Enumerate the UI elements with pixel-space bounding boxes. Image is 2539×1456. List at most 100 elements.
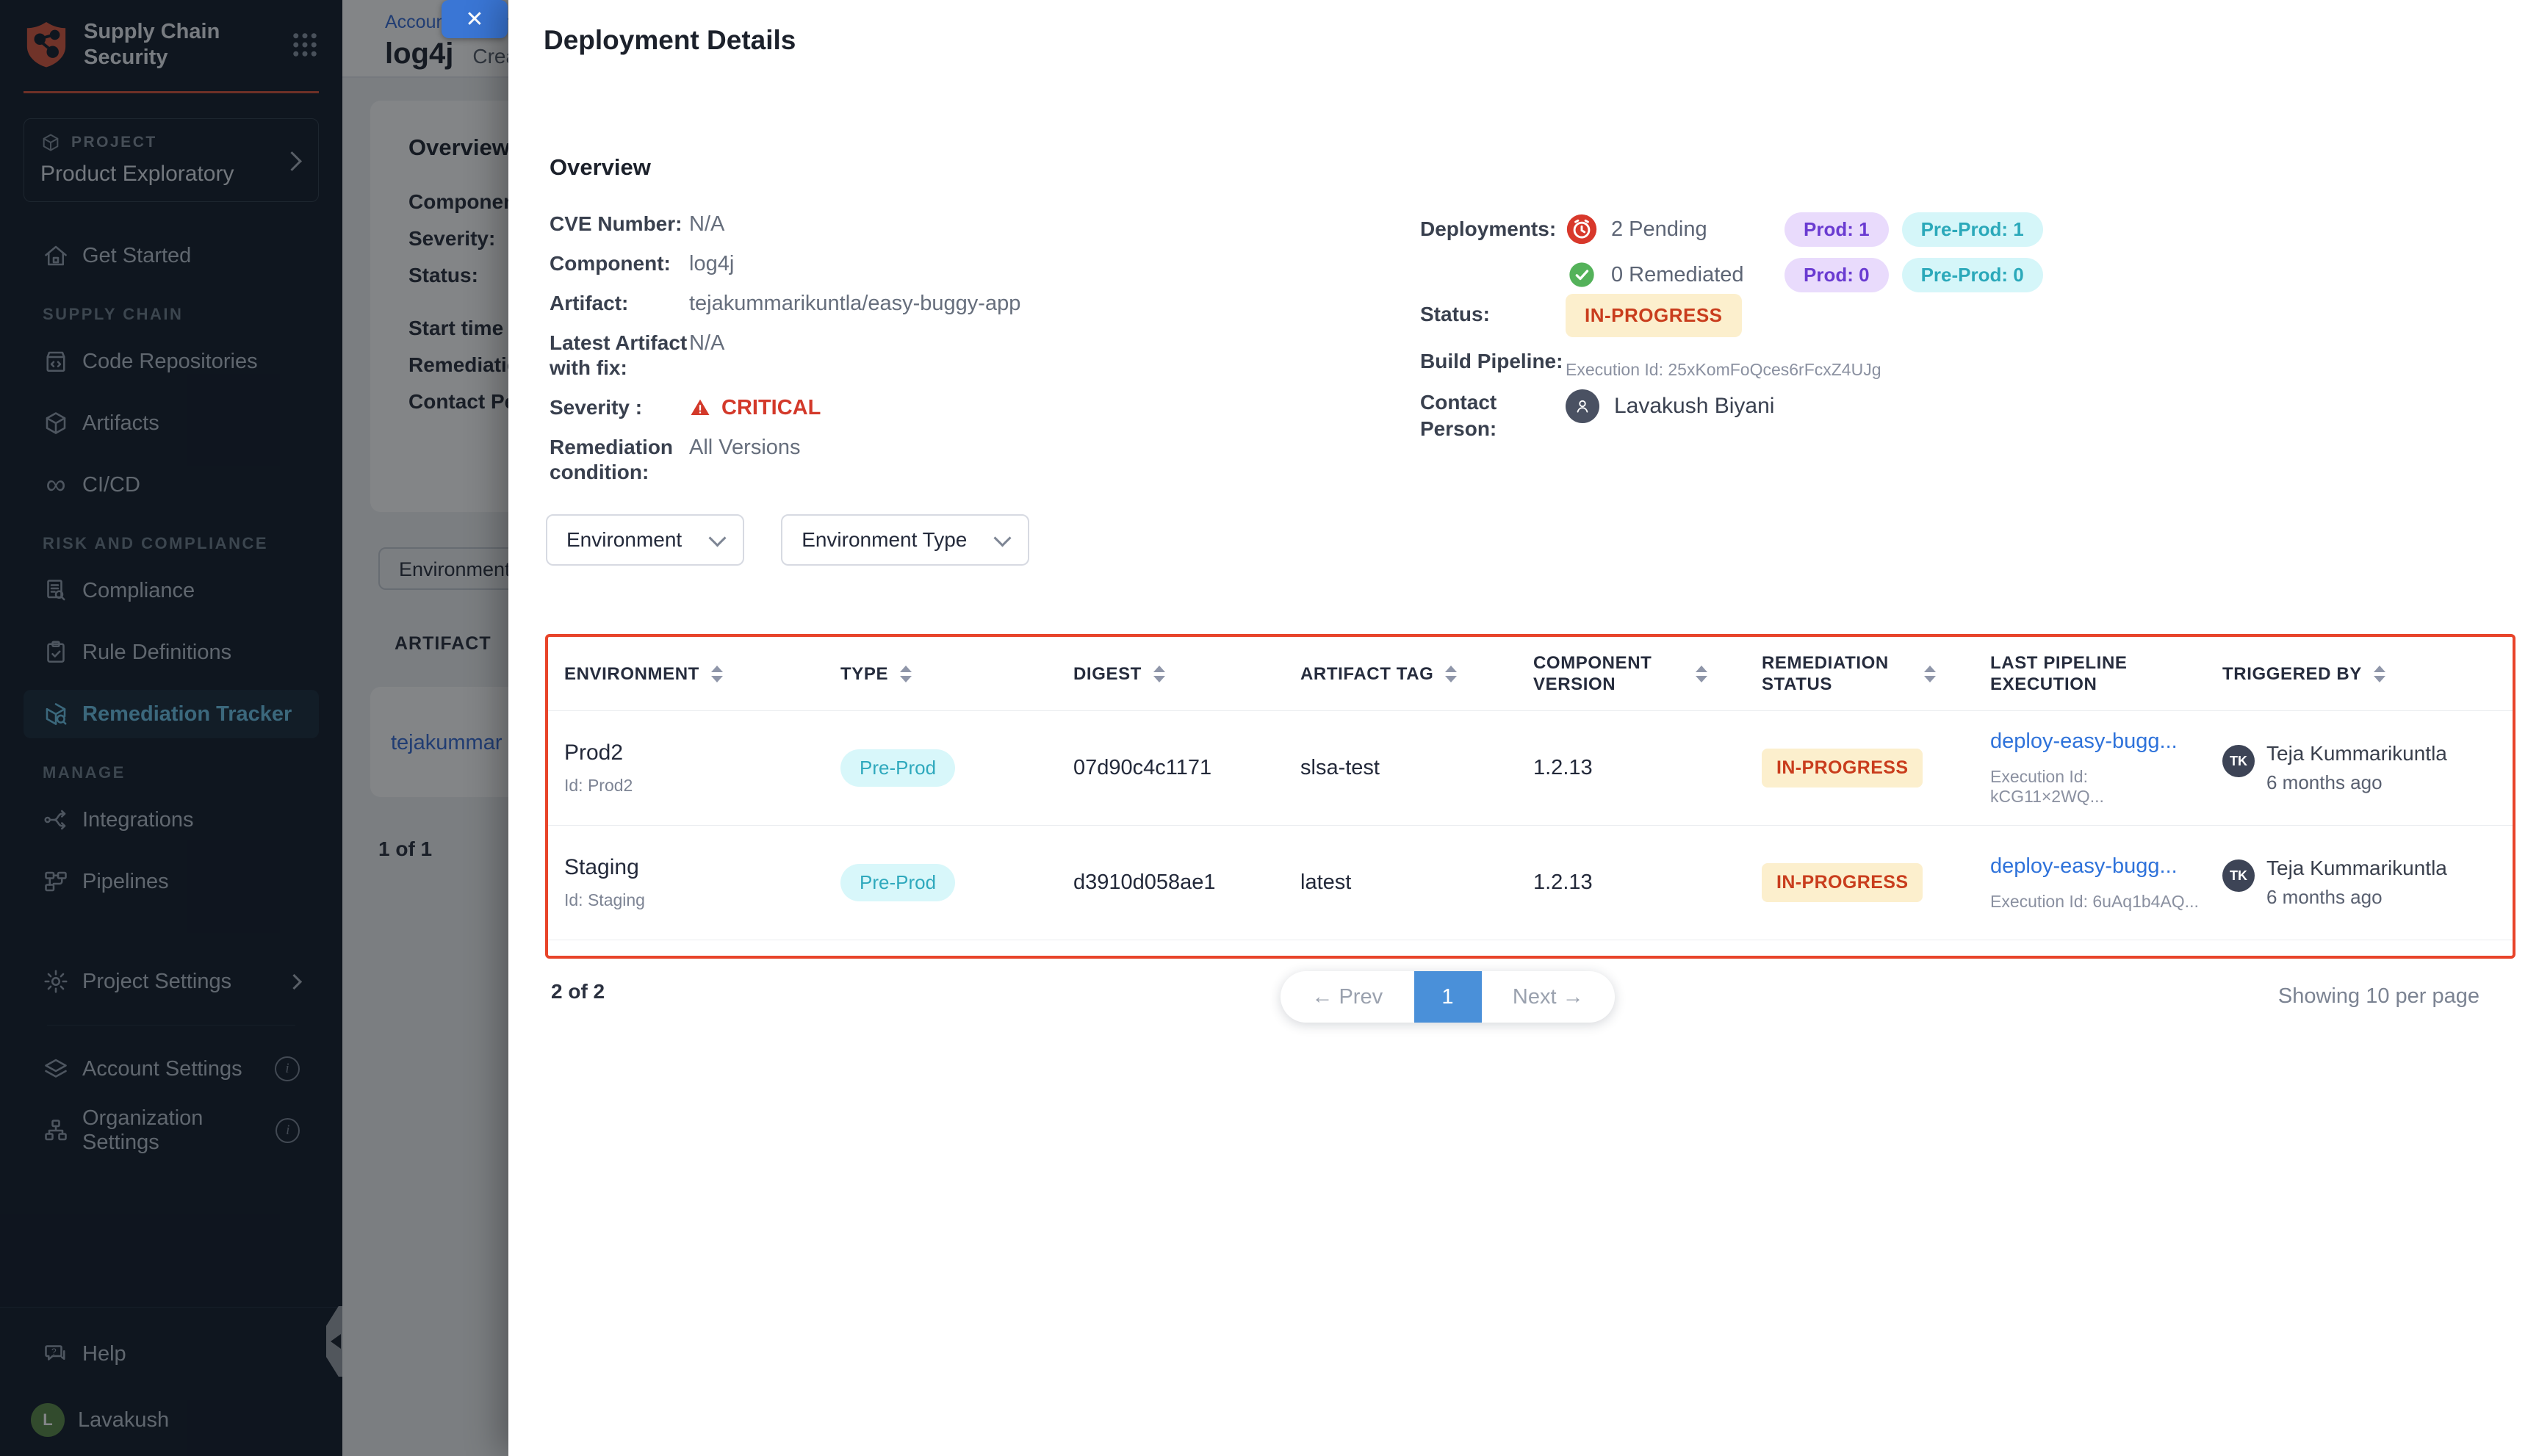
column-header-digest[interactable]: DIGEST (1057, 663, 1284, 685)
environment-name: Prod2 (564, 740, 824, 765)
column-header-type[interactable]: TYPE (824, 663, 1057, 685)
sort-icon[interactable] (1924, 666, 1936, 682)
column-label: ENVIRONMENT (564, 663, 699, 685)
deployments-table: ENVIRONMENT TYPE DIGEST ARTIFACT TAG COM… (545, 634, 2515, 959)
execution-id: Execution Id: kCG11×2WQ... (1990, 767, 2206, 807)
preprod-badge: Pre-Prod: 1 (1902, 212, 2043, 247)
current-page-button[interactable]: 1 (1414, 971, 1482, 1023)
sort-icon[interactable] (1696, 666, 1707, 682)
pending-deployments-row: 2 Pending Prod: 1 Pre-Prod: 1 (1566, 212, 2043, 247)
sort-icon[interactable] (1445, 666, 1457, 682)
column-label: REMEDIATION STATUS (1762, 652, 1912, 695)
column-header-remediation-status[interactable]: REMEDIATION STATUS (1746, 652, 1974, 695)
filter-label: Environment Type (802, 528, 967, 552)
person-avatar-icon (1566, 389, 1599, 423)
cell-type: Pre-Prod (824, 749, 1057, 787)
field-cve: CVE Number: N/A (550, 212, 1020, 237)
cell-artifact-tag: latest (1284, 871, 1517, 895)
cell-environment: Prod2 Id: Prod2 (548, 740, 824, 796)
cell-type: Pre-Prod (824, 864, 1057, 901)
status-badge: IN-PROGRESS (1762, 863, 1923, 902)
cell-triggered-by: TK Teja Kummarikuntla 6 months ago (2206, 742, 2513, 794)
prod-badge: Prod: 1 (1784, 212, 1889, 247)
column-header-artifact-tag[interactable]: ARTIFACT TAG (1284, 663, 1517, 685)
type-badge: Pre-Prod (840, 749, 955, 787)
prev-page-button[interactable]: ← Prev (1281, 971, 1414, 1023)
field-value: log4j (689, 251, 734, 276)
cell-component-version: 1.2.13 (1517, 871, 1746, 895)
chevron-down-icon (994, 529, 1012, 547)
status-badge: IN-PROGRESS (1762, 749, 1923, 788)
deployments-label: Deployments: (1420, 216, 1556, 242)
field-label: Remediation condition: (550, 435, 689, 485)
triggered-by-name: Teja Kummarikuntla (2266, 857, 2447, 880)
field-value: N/A (689, 212, 724, 237)
table-header-row: ENVIRONMENT TYPE DIGEST ARTIFACT TAG COM… (548, 637, 2513, 710)
cell-last-pipeline-execution: deploy-easy-bugg... Execution Id: 6uAq1b… (1974, 854, 2206, 912)
environment-id: Id: Staging (564, 890, 824, 910)
cell-last-pipeline-execution: deploy-easy-bugg... Execution Id: kCG11×… (1974, 729, 2206, 807)
contact-person-label: Contact Person: (1420, 389, 1530, 442)
column-label: ARTIFACT TAG (1300, 663, 1433, 685)
field-label: Severity : (550, 395, 689, 420)
field-label: CVE Number: (550, 212, 689, 237)
remediated-count: 0 Remediated (1611, 263, 1771, 287)
build-pipeline-execution-id: Execution Id: 25xKomFoQces6rFcxZ4UJg (1566, 360, 1881, 380)
column-label: COMPONENT VERSION (1533, 652, 1684, 695)
prod-badge: Prod: 0 (1784, 258, 1889, 292)
field-label: Component: (550, 251, 689, 276)
next-page-button[interactable]: Next → (1482, 971, 1616, 1023)
overview-right-fields: Deployments: 2 Pending Prod: 1 Pre-Prod:… (1420, 212, 2507, 454)
table-row[interactable]: Staging Id: Staging Pre-Prod d3910d058ae… (548, 825, 2513, 940)
sort-icon[interactable] (711, 666, 723, 682)
chevron-down-icon (709, 529, 727, 547)
remediated-deployments-row: 0 Remediated Prod: 0 Pre-Prod: 0 (1566, 257, 2043, 292)
pagination-control: ← Prev 1 Next → (1281, 971, 1615, 1023)
field-component: Component: log4j (550, 251, 1020, 276)
pipeline-link[interactable]: deploy-easy-bugg... (1990, 729, 2206, 754)
triggered-by-avatar: TK (2222, 859, 2255, 892)
filter-label: Environment (566, 528, 682, 552)
cell-component-version: 1.2.13 (1517, 756, 1746, 780)
column-header-triggered-by[interactable]: TRIGGERED BY (2206, 663, 2513, 685)
sort-icon[interactable] (1153, 666, 1165, 682)
pipeline-link[interactable]: deploy-easy-bugg... (1990, 854, 2206, 879)
field-label: Artifact: (550, 291, 689, 316)
deployment-details-modal: Deployment Details Overview CVE Number: … (508, 0, 2539, 1456)
column-header-component-version[interactable]: COMPONENT VERSION (1517, 652, 1746, 695)
cell-digest: d3910d058ae1 (1057, 871, 1284, 895)
environment-filter-dropdown[interactable]: Environment (546, 514, 744, 566)
overview-fields: CVE Number: N/A Component: log4j Artifac… (550, 212, 1020, 500)
field-value: tejakummarikuntla/easy-buggy-app (689, 291, 1020, 316)
field-value: All Versions (689, 435, 801, 485)
column-label: DIGEST (1073, 663, 1142, 685)
modal-title: Deployment Details (544, 25, 796, 56)
row-count: 2 of 2 (551, 980, 605, 1003)
close-button[interactable]: ✕ (442, 0, 508, 38)
column-label: TRIGGERED BY (2222, 663, 2362, 685)
column-header-last-pipeline-execution[interactable]: LAST PIPELINE EXECUTION (1974, 652, 2206, 695)
sort-icon[interactable] (2374, 666, 2385, 682)
app-root: Supply Chain Security PROJECT Product Ex… (0, 0, 2539, 1456)
severity-value: CRITICAL (721, 395, 821, 420)
field-severity: Severity : CRITICAL (550, 395, 1020, 420)
column-header-environment[interactable]: ENVIRONMENT (548, 663, 824, 685)
status-badge: IN-PROGRESS (1566, 294, 1742, 337)
sort-icon[interactable] (900, 666, 912, 682)
cell-remediation-status: IN-PROGRESS (1746, 863, 1974, 902)
warning-triangle-icon (689, 397, 711, 419)
cell-triggered-by: TK Teja Kummarikuntla 6 months ago (2206, 857, 2513, 909)
environment-type-filter-dropdown[interactable]: Environment Type (781, 514, 1029, 566)
table-row[interactable]: Prod2 Id: Prod2 Pre-Prod 07d90c4c1171 sl… (548, 710, 2513, 825)
field-label: Latest Artifact with fix: (550, 331, 689, 381)
per-page-label: Showing 10 per page (2278, 984, 2479, 1009)
cell-digest: 07d90c4c1171 (1057, 756, 1284, 780)
field-latest-artifact: Latest Artifact with fix: N/A (550, 331, 1020, 381)
environment-name: Staging (564, 855, 824, 880)
table-footer-strip (548, 940, 2513, 959)
close-icon: ✕ (465, 7, 483, 32)
cell-artifact-tag: slsa-test (1284, 756, 1517, 780)
cell-environment: Staging Id: Staging (548, 855, 824, 910)
column-label: TYPE (840, 663, 888, 685)
overview-section-title: Overview (550, 154, 651, 181)
